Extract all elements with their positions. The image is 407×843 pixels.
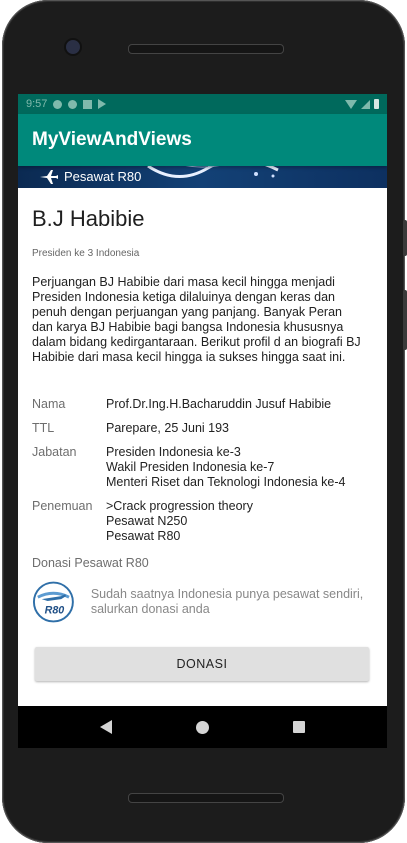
app-screen: 9:57 MyViewAndViews Pesawat R80 B.J Habi…: [18, 94, 387, 706]
front-camera: [66, 40, 80, 54]
sd-card-icon: [83, 99, 93, 109]
app-title: MyViewAndViews: [32, 129, 192, 150]
status-bar: 9:57: [18, 94, 387, 114]
profile-description: Perjuangan BJ Habibie dari masa kecil hi…: [32, 275, 361, 364]
info-row-penemuan: Penemuan >Crack progression theory Pesaw…: [32, 499, 373, 544]
home-icon[interactable]: [196, 720, 209, 734]
svg-text:R80: R80: [45, 605, 65, 617]
banner-label: Pesawat R80: [64, 169, 142, 184]
r80-logo-icon: R80: [32, 581, 74, 623]
bottom-speaker: [128, 793, 284, 803]
banner-graphic: [147, 166, 279, 178]
info-label: Jabatan: [32, 445, 77, 459]
power-button: [403, 290, 407, 350]
info-value: >Crack progression theory Pesawat N250 P…: [106, 499, 253, 543]
recent-apps-icon[interactable]: [293, 721, 305, 733]
play-icon: [98, 99, 107, 109]
banner-image: Pesawat R80: [18, 166, 387, 188]
profile-name: B.J Habibie: [32, 206, 145, 231]
shield-icon: [68, 99, 78, 109]
earpiece-speaker: [128, 44, 284, 54]
donasi-text: Sudah saatnya Indonesia punya pesawat se…: [90, 587, 364, 616]
info-label: TTL: [32, 421, 55, 435]
donasi-button[interactable]: DONASI: [35, 647, 369, 681]
donasi-title: Donasi Pesawat R80: [32, 556, 149, 570]
volume-button: [403, 220, 407, 256]
profile-subtitle: Presiden ke 3 Indonesia: [32, 248, 140, 259]
navigation-bar: [18, 706, 387, 748]
profile-content: B.J Habibie Presiden ke 3 Indonesia Perj…: [18, 206, 387, 681]
info-table: Nama Prof.Dr.Ing.H.Bacharuddin Jusuf Hab…: [32, 397, 373, 544]
app-bar: MyViewAndViews: [18, 114, 387, 166]
airplane-icon: [40, 169, 58, 184]
donasi-row: R80 Sudah saatnya Indonesia punya pesawa…: [32, 580, 373, 624]
info-value: Presiden Indonesia ke-3 Wakil Presiden I…: [106, 445, 346, 489]
signal-icon: [361, 99, 370, 109]
info-value: Parepare, 25 Juni 193: [106, 421, 230, 435]
info-label: Nama: [32, 397, 66, 411]
battery-icon: [374, 99, 379, 109]
info-label: Penemuan: [32, 499, 93, 513]
info-row-jabatan: Jabatan Presiden Indonesia ke-3 Wakil Pr…: [32, 445, 373, 490]
info-value: Prof.Dr.Ing.H.Bacharuddin Jusuf Habibie: [106, 397, 332, 411]
settings-icon: [53, 99, 63, 109]
info-row-nama: Nama Prof.Dr.Ing.H.Bacharuddin Jusuf Hab…: [32, 397, 373, 412]
info-row-ttl: TTL Parepare, 25 Juni 193: [32, 421, 373, 436]
wifi-icon: [345, 99, 357, 109]
status-time: 9:57: [26, 98, 48, 110]
back-icon[interactable]: [100, 720, 112, 734]
